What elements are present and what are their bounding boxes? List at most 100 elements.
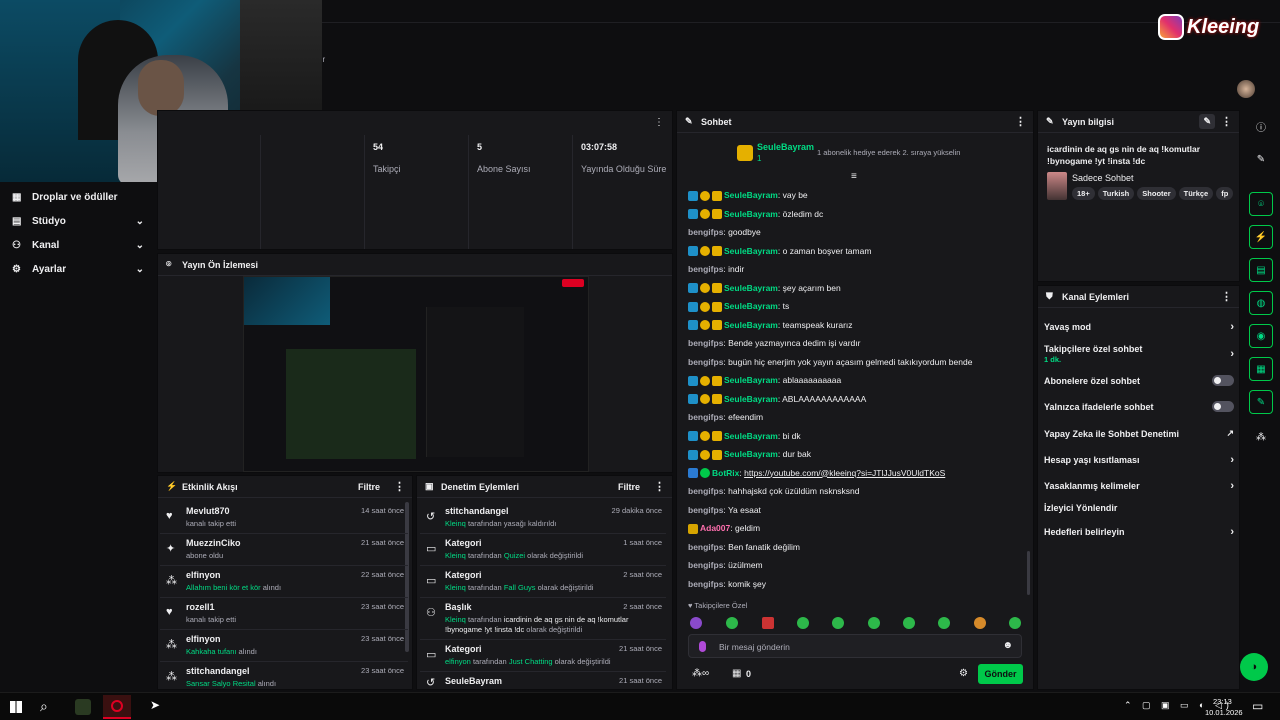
chat-text[interactable]: https://youtube.com/@kleeinq?si=JTlJJusV… (744, 468, 945, 478)
slow-mode-row[interactable]: Yavaş mod › (1044, 321, 1234, 333)
emote-icon[interactable] (726, 617, 738, 629)
tag[interactable]: Türkçe (1178, 187, 1214, 200)
sidebar-item-channel[interactable]: ⚇ Kanal ⌄ (12, 240, 144, 251)
emote-only-row[interactable]: Yalnızca ifadelerle sohbet (1044, 401, 1234, 412)
chat-username[interactable]: BotRix (712, 468, 739, 478)
chat-username[interactable]: SeuleBayram (724, 209, 778, 219)
chat-username[interactable]: bengifps (688, 560, 723, 570)
filter-button[interactable]: Filtre (358, 482, 380, 492)
search-icon[interactable]: ⌕ (40, 698, 48, 715)
filter-icon[interactable]: ≡ (851, 171, 857, 182)
emote-icon[interactable] (832, 617, 844, 629)
chat-username[interactable]: SeuleBayram (724, 283, 778, 293)
chat-message[interactable]: bengifps: Ben fanatik değilim (688, 542, 800, 552)
chat-message[interactable]: SeuleBayram: ABLAAAAAAAAAAAA (688, 394, 866, 405)
emoji-icon[interactable]: ☻ (1002, 640, 1013, 651)
chat-message[interactable]: SeuleBayram: vay be (688, 190, 808, 201)
windows-start-icon[interactable] (10, 701, 22, 713)
chat-scrollbar[interactable] (1027, 551, 1030, 595)
sidebar-item-studio[interactable]: ▤ Stüdyo ⌄ (12, 216, 144, 227)
more-icon[interactable]: ⋮ (1221, 290, 1232, 303)
microphone-icon[interactable] (699, 641, 706, 652)
list-item[interactable]: ✦ MuezzinCiko abone oldu 21 saat önce (160, 534, 408, 566)
chat-message[interactable]: bengifps: efeendim (688, 412, 763, 422)
sidebar-item-drops[interactable]: ▦ Droplar ve ödüller (12, 192, 144, 203)
chat-username[interactable]: SeuleBayram (724, 246, 778, 256)
chat-username[interactable]: SeuleBayram (724, 190, 778, 200)
send-button[interactable]: Gönder (978, 664, 1023, 684)
chat-username[interactable]: SeuleBayram (724, 375, 778, 385)
chat-message[interactable]: SeuleBayram: ablaaaaaaaaaa (688, 375, 841, 386)
chat-message[interactable]: bengifps: goodbye (688, 227, 761, 237)
list-item[interactable]: ♥ Mevlut870 kanalı takip etti 14 saat ön… (160, 502, 408, 534)
chat-username[interactable]: SeuleBayram (724, 320, 778, 330)
chat-message[interactable]: SeuleBayram: o zaman boşver tamam (688, 246, 871, 257)
chat-message[interactable]: SeuleBayram: dur bak (688, 449, 811, 460)
chat-username[interactable]: bengifps (688, 486, 723, 496)
chat-message[interactable]: SeuleBayram: bi dk (688, 431, 801, 442)
chat-username[interactable]: SeuleBayram (724, 431, 778, 441)
list-item[interactable]: ♥ rozell1 kanalı takip etti 23 saat önce (160, 598, 408, 630)
filter-button[interactable]: Filtre (618, 482, 640, 492)
avatar[interactable] (1237, 80, 1255, 98)
chat-message[interactable]: bengifps: komik şey (688, 579, 766, 589)
chat-username[interactable]: SeuleBayram (724, 449, 778, 459)
chat-message[interactable]: bengifps: Ya esaat (688, 505, 761, 515)
chat-username[interactable]: bengifps (688, 264, 723, 274)
raid-row[interactable]: İzleyici Yönlendir (1044, 503, 1234, 513)
chat-message[interactable]: BotRix: https://youtube.com/@kleeinq?si=… (688, 468, 945, 479)
store-icon[interactable]: ▦ (1249, 357, 1273, 381)
chat-username[interactable]: bengifps (688, 542, 723, 552)
list-item[interactable]: ▭ Kategori Kleinq tarafından Quizei olar… (420, 534, 666, 566)
chat-username[interactable]: bengifps (688, 579, 723, 589)
banned-words-row[interactable]: Yasaklanmış kelimeler › (1044, 480, 1234, 492)
list-item[interactable]: ▭ Kategori elfinyon tarafından Just Chat… (420, 640, 666, 672)
emote-icon[interactable] (797, 617, 809, 629)
emote-icon[interactable] (1009, 617, 1021, 629)
emote-icon[interactable] (690, 617, 702, 629)
broadcast-icon[interactable]: ◉ (1249, 324, 1273, 348)
emote-icon[interactable] (762, 617, 774, 629)
clock-date[interactable]: 10.01.2026 (1205, 708, 1243, 717)
store-icon[interactable]: ▦ (732, 668, 741, 679)
points-icon[interactable]: ⁂∞ (692, 668, 709, 679)
points-icon[interactable]: ⁂ (1249, 425, 1273, 449)
more-icon[interactable]: ⋮ (394, 480, 405, 493)
chat-username[interactable]: SeuleBayram (724, 301, 778, 311)
chat-message[interactable]: bengifps: Bende yazmayınca dedim işi var… (688, 338, 860, 348)
lightning-icon[interactable]: ⚡ (1249, 225, 1273, 249)
camera-icon[interactable]: ⌾ (1249, 192, 1273, 216)
tag[interactable]: Shooter (1137, 187, 1176, 200)
tag[interactable]: Turkish (1097, 187, 1135, 200)
notification-icon[interactable]: ▭ (1252, 699, 1263, 713)
document-icon[interactable]: ▤ (1249, 258, 1273, 282)
chat-message[interactable]: bengifps: hahhajskd çok üzüldüm nsknsksn… (688, 486, 860, 496)
chat-settings-icon[interactable]: ⚙ (959, 668, 968, 679)
pencil-icon[interactable]: ✎ (1249, 147, 1273, 171)
chat-username[interactable]: bengifps (688, 338, 723, 348)
app-icon[interactable] (75, 699, 91, 715)
chat-bubble-icon[interactable]: ◍ (1249, 291, 1273, 315)
chat-username[interactable]: Ada007 (700, 523, 730, 533)
more-icon[interactable]: ⋮ (654, 480, 665, 493)
chat-input[interactable]: Bir mesaj gönderin ☻ (688, 634, 1022, 658)
emote-icon[interactable] (938, 617, 950, 629)
chat-message[interactable]: bengifps: bugün hiç enerjim yok yayın aç… (688, 357, 972, 367)
edit-icon[interactable]: ✎ (1199, 114, 1215, 129)
emote-icon[interactable] (903, 617, 915, 629)
ai-moderation-row[interactable]: Yapay Zeka ile Sohbet Denetimi ↗ (1044, 428, 1234, 439)
chat-message[interactable]: bengifps: indir (688, 264, 744, 274)
chat-message[interactable]: bengifps: üzülmem (688, 560, 763, 570)
support-icon[interactable]: ◑ (1240, 653, 1268, 681)
chat-message[interactable]: SeuleBayram: şey açarım ben (688, 283, 841, 294)
followers-only-row[interactable]: Takipçilere özel sohbet 1 dk. › (1044, 344, 1234, 364)
goals-row[interactable]: Hedefleri belirleyin › (1044, 526, 1234, 538)
list-item[interactable]: ⁂ elfinyon Allahım beni kör et kör alınd… (160, 566, 408, 598)
chat-message[interactable]: Ada007: geldim (688, 523, 760, 534)
account-age-row[interactable]: Hesap yaşı kısıtlaması › (1044, 454, 1234, 466)
chat-message[interactable]: SeuleBayram: teamspeak kurarız (688, 320, 853, 331)
chat-username[interactable]: bengifps (688, 227, 723, 237)
emote-icon[interactable] (974, 617, 986, 629)
more-icon[interactable]: ⋮ (654, 117, 664, 128)
chat-username[interactable]: bengifps (688, 505, 723, 515)
